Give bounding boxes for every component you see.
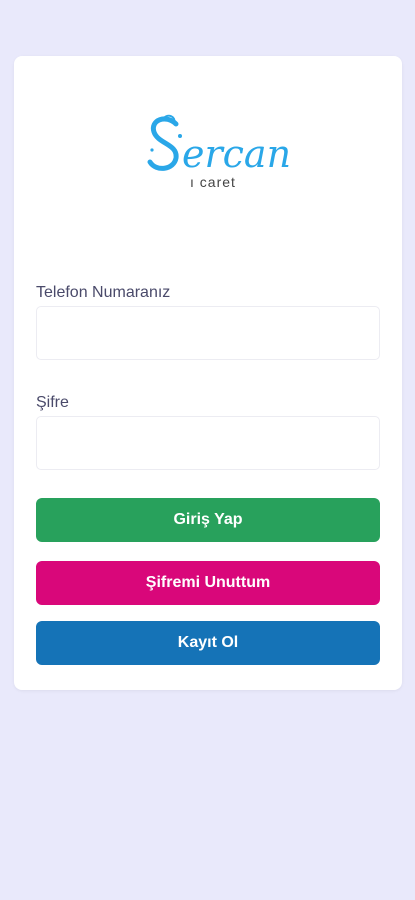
phone-label: Telefon Numaranız bbox=[36, 284, 171, 301]
password-label: Şifre bbox=[36, 394, 69, 411]
login-card: ercan ı caret Telefon Numaranız Şifre Gi… bbox=[14, 56, 402, 690]
logo-wordmark: ercan bbox=[182, 132, 292, 176]
login-button[interactable]: Giriş Yap bbox=[36, 498, 380, 542]
forgot-password-button[interactable]: Şifremi Unuttum bbox=[36, 561, 380, 605]
phone-input[interactable] bbox=[36, 306, 380, 360]
logo-s-icon bbox=[147, 114, 182, 171]
logo-subtitle: ı caret bbox=[190, 174, 236, 190]
register-button[interactable]: Kayıt Ol bbox=[36, 621, 380, 665]
password-input[interactable] bbox=[36, 416, 380, 470]
brand-logo: ercan ı caret bbox=[146, 114, 291, 200]
